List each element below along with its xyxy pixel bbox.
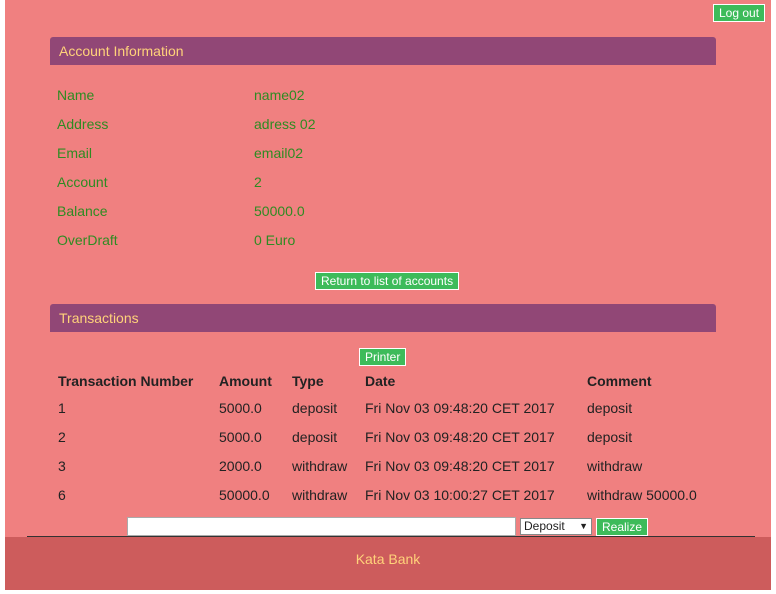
table-row: 1 5000.0 deposit Fri Nov 03 09:48:20 CET… — [52, 393, 703, 422]
cell-type: deposit — [292, 428, 338, 445]
cell-type: deposit — [292, 399, 338, 416]
cell-number: 2 — [58, 428, 66, 445]
cell-date: Fri Nov 03 09:48:20 CET 2017 — [365, 428, 555, 445]
column-header-number: Transaction Number — [58, 373, 194, 389]
info-label: Account — [57, 174, 108, 190]
transaction-type-select[interactable]: Deposit ▼ — [520, 518, 592, 535]
realize-button[interactable]: Realize — [596, 518, 649, 536]
cell-comment: deposit — [587, 428, 633, 445]
info-label: Balance — [57, 203, 108, 219]
cell-amount: 50000.0 — [219, 486, 270, 503]
transactions-table: Transaction Number Amount Type Date Comm… — [52, 369, 703, 509]
cell-amount: 2000.0 — [219, 457, 262, 474]
cell-comment: withdraw 50000.0 — [587, 486, 697, 503]
info-value: 50000.0 — [254, 203, 305, 219]
column-header-date: Date — [365, 373, 396, 389]
table-row: 2 5000.0 deposit Fri Nov 03 09:48:20 CET… — [52, 422, 703, 451]
info-value: adress 02 — [254, 116, 316, 132]
info-label: Email — [57, 145, 93, 161]
table-row: 3 2000.0 withdraw Fri Nov 03 09:48:20 CE… — [52, 451, 703, 480]
cell-comment: deposit — [587, 399, 633, 416]
printer-button[interactable]: Printer — [359, 348, 407, 366]
info-label: OverDraft — [57, 232, 118, 248]
info-value: 2 — [254, 174, 262, 190]
footer-brand: Kata Bank — [355, 551, 421, 567]
return-to-accounts-button[interactable]: Return to list of accounts — [315, 272, 460, 290]
cell-amount: 5000.0 — [219, 399, 262, 416]
transaction-type-selected: Deposit — [524, 519, 565, 533]
cell-type: withdraw — [292, 486, 348, 503]
column-header-amount: Amount — [219, 373, 272, 389]
transactions-header: Transactions — [50, 304, 716, 332]
cell-date: Fri Nov 03 09:48:20 CET 2017 — [365, 399, 555, 416]
info-label: Name — [57, 87, 95, 103]
account-info-title: Account Information — [59, 43, 184, 59]
account-info-header: Account Information — [50, 37, 716, 65]
column-header-type: Type — [292, 373, 324, 389]
cell-comment: withdraw — [587, 457, 643, 474]
info-value: email02 — [254, 145, 304, 161]
cell-amount: 5000.0 — [219, 428, 262, 445]
transactions-title: Transactions — [59, 310, 139, 326]
cell-date: Fri Nov 03 10:00:27 CET 2017 — [365, 486, 555, 503]
dropdown-arrow-icon: ▼ — [579, 521, 588, 531]
page: Log out Account Information Name name02 … — [5, 0, 771, 590]
transaction-amount-input[interactable] — [127, 517, 516, 536]
cell-number: 3 — [58, 457, 66, 474]
logout-button[interactable]: Log out — [713, 4, 766, 22]
table-header-row: Transaction Number Amount Type Date Comm… — [52, 369, 703, 393]
cell-number: 6 — [58, 486, 66, 503]
info-label: Address — [57, 116, 109, 132]
column-header-comment: Comment — [587, 373, 652, 389]
cell-number: 1 — [58, 399, 66, 416]
cell-date: Fri Nov 03 09:48:20 CET 2017 — [365, 457, 555, 474]
info-value: name02 — [254, 87, 305, 103]
cell-type: withdraw — [292, 457, 348, 474]
info-value: 0 Euro — [254, 232, 296, 248]
table-row: 6 50000.0 withdraw Fri Nov 03 10:00:27 C… — [52, 480, 703, 509]
footer: Kata Bank — [5, 537, 771, 590]
